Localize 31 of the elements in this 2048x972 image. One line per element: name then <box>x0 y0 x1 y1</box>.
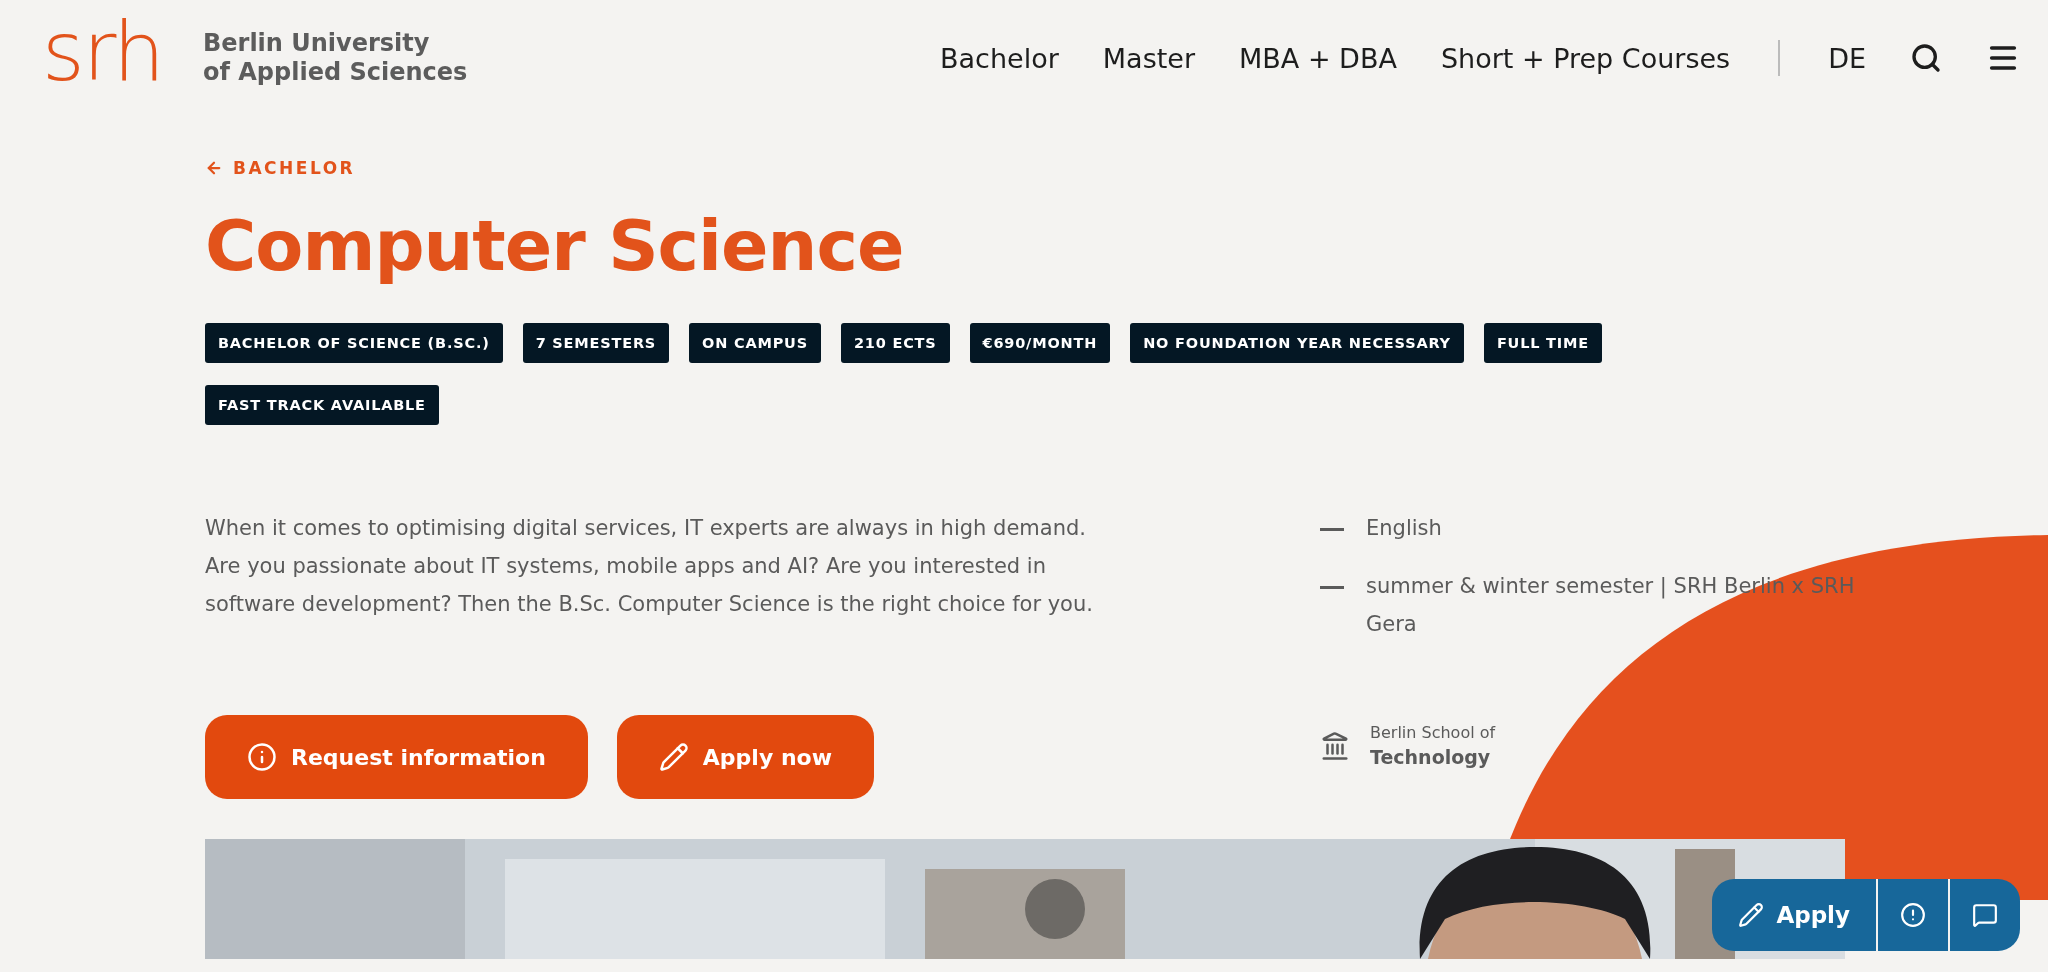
nav-link[interactable]: Short + Prep Courses <box>1440 42 1731 74</box>
description-text: When it comes to optimising digital services, IT experts are always in high demand. Are you passionate about IT systems, mobile apps and AI? Are you interested in software development? Then the B.Sc. Computer Science is the right choice for you. <box>205 515 1094 618</box>
nav-link[interactable]: Bachelor <box>940 42 1059 74</box>
alert-icon[interactable] <box>1876 879 1948 951</box>
pencil-icon <box>1738 902 1765 928</box>
program-tag: ON CAMPUS <box>689 323 821 363</box>
info-icon <box>247 742 277 772</box>
building-icon <box>1320 730 1350 761</box>
program-tag: 7 SEMESTERS <box>522 323 670 363</box>
program-tag: FULL TIME <box>1483 323 1602 363</box>
logo-text: Berlin University <box>202 29 431 58</box>
school-name: Technology <box>1370 746 1492 768</box>
chat-icon[interactable] <box>1948 879 2020 951</box>
program-tag: 210 ECTS <box>840 323 950 363</box>
pencil-icon <box>658 742 689 772</box>
fact-text: English <box>1366 515 1443 542</box>
program-tag: NO FOUNDATION YEAR NECESSARY <box>1130 323 1464 363</box>
program-tag: FAST TRACK AVAILABLE <box>205 385 439 425</box>
nav-link[interactable]: MBA + DBA <box>1239 42 1397 74</box>
request-info-button[interactable]: Request information <box>205 715 588 799</box>
school-label: Berlin School of <box>1370 723 1496 742</box>
search-icon[interactable] <box>1910 42 1942 74</box>
apply-button[interactable]: Apply now <box>616 715 874 799</box>
program-tag: BACHELOR OF SCIENCE (B.SC.) <box>205 323 503 363</box>
apply-button[interactable]: Apply <box>1712 879 1876 951</box>
dash-icon <box>1320 586 1344 589</box>
nav-link[interactable]: Master <box>1102 42 1196 74</box>
dash-icon <box>1320 528 1344 531</box>
language-link[interactable]: DE <box>1828 42 1866 74</box>
logo-text: of Applied Sciences <box>202 58 468 87</box>
program-tag: €690/MONTH <box>969 323 1111 363</box>
